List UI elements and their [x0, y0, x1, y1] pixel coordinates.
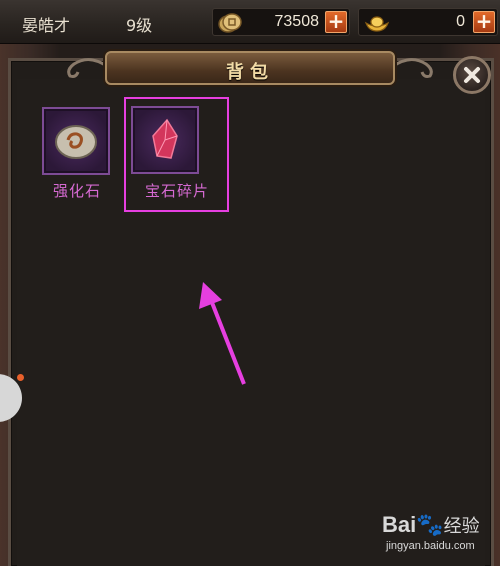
arrow-icon [199, 282, 246, 385]
watermark-logo: Bai🐾经验 [382, 512, 480, 537]
notification-dot [17, 374, 24, 381]
watermark-url: jingyan.baidu.com [386, 540, 475, 552]
paw-icon: 🐾 [416, 512, 444, 537]
